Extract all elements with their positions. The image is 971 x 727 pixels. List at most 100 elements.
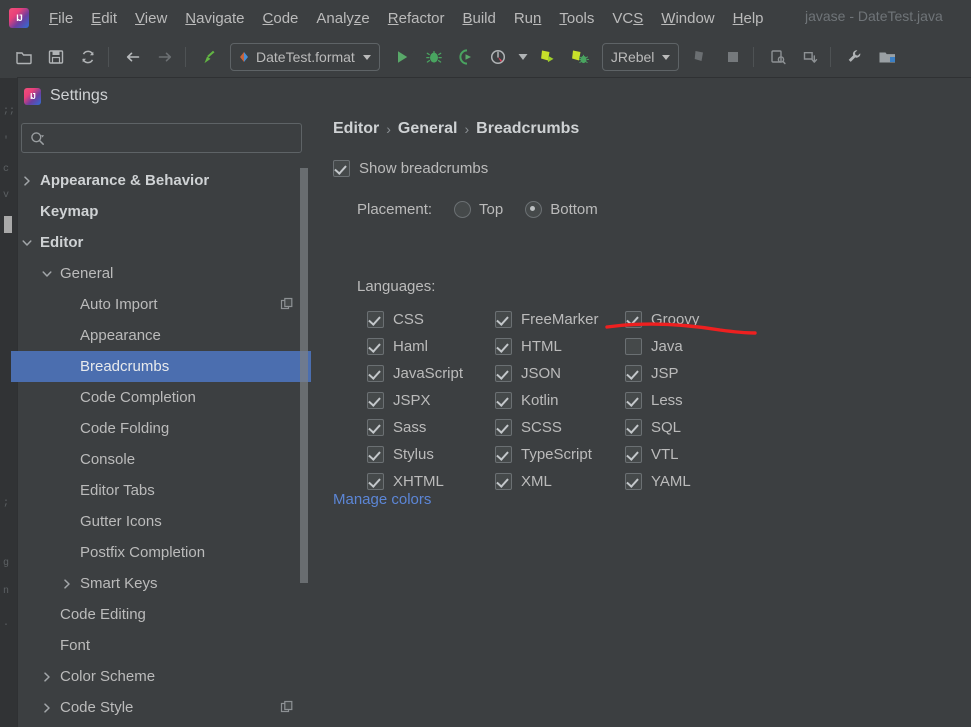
menu-item-navigate[interactable]: Navigate [176,7,253,30]
language-checkbox-groovy[interactable]: Groovy [625,311,765,328]
tree-item-code-completion[interactable]: Code Completion [11,382,311,413]
menu-item-analyze[interactable]: Analyze [307,7,378,30]
checkbox-html[interactable] [495,338,512,355]
chevron-right-icon[interactable] [41,670,55,684]
language-checkbox-typescript[interactable]: TypeScript [495,446,625,463]
menu-item-view[interactable]: View [126,7,176,30]
checkbox-groovy[interactable] [625,311,642,328]
menu-item-file[interactable]: File [40,7,82,30]
language-checkbox-stylus[interactable]: Stylus [367,446,495,463]
save-all-icon[interactable] [42,43,70,71]
radio-top[interactable] [454,201,471,218]
chevron-right-icon[interactable] [41,701,55,715]
checkbox-vtl[interactable] [625,446,642,463]
checkbox-jsp[interactable] [625,365,642,382]
tree-item-auto-import[interactable]: Auto Import [11,289,311,320]
language-checkbox-sass[interactable]: Sass [367,419,495,436]
checkbox-freemarker[interactable] [495,311,512,328]
show-breadcrumbs-row[interactable]: Show breadcrumbs [333,160,488,177]
tree-item-font[interactable]: Font [11,630,311,661]
tree-item-breadcrumbs[interactable]: Breadcrumbs [11,351,311,382]
language-checkbox-scss[interactable]: SCSS [495,419,625,436]
language-checkbox-sql[interactable]: SQL [625,419,765,436]
tree-item-code-editing[interactable]: Code Editing [11,599,311,630]
breadcrumb-segment-editor[interactable]: Editor [333,120,379,138]
menu-item-edit[interactable]: Edit [82,7,126,30]
tree-item-editor-tabs[interactable]: Editor Tabs [11,475,311,506]
menu-item-window[interactable]: Window [652,7,723,30]
settings-tree[interactable]: Appearance & BehaviorKeymapEditorGeneral… [11,165,311,725]
search-input[interactable] [51,129,275,147]
checkbox-less[interactable] [625,392,642,409]
tree-item-console[interactable]: Console [11,444,311,475]
show-breadcrumbs-checkbox[interactable] [333,160,350,177]
menu-item-help[interactable]: Help [724,7,773,30]
language-checkbox-vtl[interactable]: VTL [625,446,765,463]
settings-search-box[interactable] [21,123,302,153]
placement-option-bottom[interactable]: Bottom [525,201,598,218]
checkbox-sql[interactable] [625,419,642,436]
tree-item-appearance-behavior[interactable]: Appearance & Behavior [11,165,311,196]
language-checkbox-javascript[interactable]: JavaScript [367,365,495,382]
checkbox-haml[interactable] [367,338,384,355]
tree-item-smart-keys[interactable]: Smart Keys [11,568,311,599]
tree-item-keymap[interactable]: Keymap [11,196,311,227]
checkbox-css[interactable] [367,311,384,328]
language-checkbox-html[interactable]: HTML [495,338,625,355]
open-folder-icon[interactable] [10,43,38,71]
menu-item-build[interactable]: Build [453,7,504,30]
settings-tree-scrollbar[interactable] [300,168,308,583]
language-checkbox-jspx[interactable]: JSPX [367,392,495,409]
language-checkbox-freemarker[interactable]: FreeMarker [495,311,625,328]
tree-item-appearance[interactable]: Appearance [11,320,311,351]
checkbox-json[interactable] [495,365,512,382]
checkbox-xhtml[interactable] [367,473,384,490]
checkbox-stylus[interactable] [367,446,384,463]
sync-refresh-icon[interactable] [74,43,102,71]
language-checkbox-haml[interactable]: Haml [367,338,495,355]
back-arrow-icon[interactable] [119,43,147,71]
checkbox-jspx[interactable] [367,392,384,409]
checkbox-scss[interactable] [495,419,512,436]
build-hammer-icon[interactable] [196,43,224,71]
language-checkbox-jsp[interactable]: JSP [625,365,765,382]
menu-item-refactor[interactable]: Refactor [379,7,454,30]
language-checkbox-json[interactable]: JSON [495,365,625,382]
tree-item-postfix-completion[interactable]: Postfix Completion [11,537,311,568]
checkbox-sass[interactable] [367,419,384,436]
placement-option-top[interactable]: Top [454,201,503,218]
menu-item-vcs[interactable]: VCS [603,7,652,30]
tree-item-gutter-icons[interactable]: Gutter Icons [11,506,311,537]
tree-item-code-style[interactable]: Code Style [11,692,311,723]
tree-item-color-scheme[interactable]: Color Scheme [11,661,311,692]
breadcrumb-segment-general[interactable]: General [398,120,458,138]
menu-item-tools[interactable]: Tools [550,7,603,30]
language-checkbox-kotlin[interactable]: Kotlin [495,392,625,409]
language-checkbox-less[interactable]: Less [625,392,765,409]
chevron-right-icon[interactable] [61,577,75,591]
copy-settings-icon[interactable] [280,297,294,315]
languages-checkbox-grid[interactable]: CSSFreeMarkerGroovy HamlHTMLJava JavaScrip… [367,306,765,495]
chevron-down-icon[interactable] [21,236,35,250]
language-checkbox-css[interactable]: CSS [367,311,495,328]
checkbox-xml[interactable] [495,473,512,490]
manage-colors-link[interactable]: Manage colors [333,491,431,508]
checkbox-kotlin[interactable] [495,392,512,409]
checkbox-javascript[interactable] [367,365,384,382]
menu-item-code[interactable]: Code [254,7,308,30]
tree-item-general[interactable]: General [11,258,311,289]
language-checkbox-xml[interactable]: XML [495,473,625,490]
tree-item-editor[interactable]: Editor [11,227,311,258]
language-checkbox-yaml[interactable]: YAML [625,473,765,490]
radio-bottom[interactable] [525,201,542,218]
language-checkbox-xhtml[interactable]: XHTML [367,473,495,490]
language-checkbox-java[interactable]: Java [625,338,765,355]
tree-item-code-folding[interactable]: Code Folding [11,413,311,444]
checkbox-yaml[interactable] [625,473,642,490]
checkbox-typescript[interactable] [495,446,512,463]
menu-item-run[interactable]: Run [505,7,551,30]
breadcrumb-segment-breadcrumbs[interactable]: Breadcrumbs [476,120,579,138]
copy-settings-icon[interactable] [280,700,294,718]
chevron-down-icon[interactable] [41,267,55,281]
checkbox-java[interactable] [625,338,642,355]
